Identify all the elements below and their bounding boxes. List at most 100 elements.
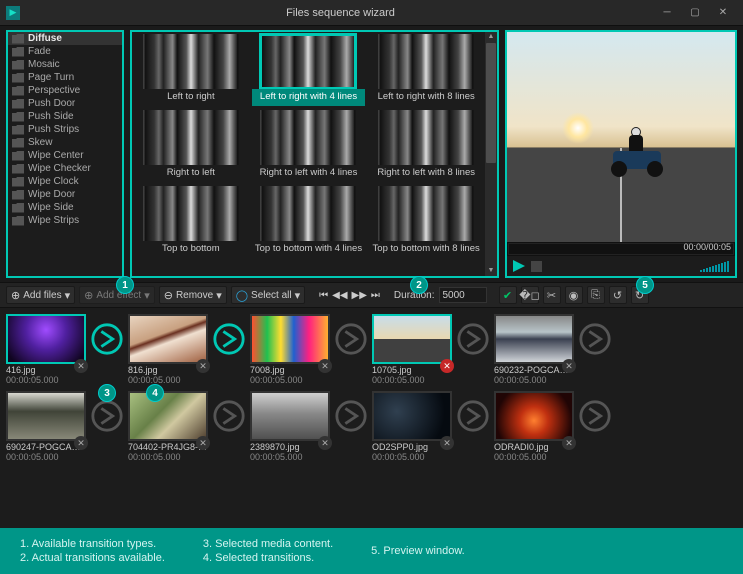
transition-type-item[interactable]: Push Side	[8, 110, 122, 123]
transition-cell[interactable]: Top to bottom	[134, 186, 248, 258]
clip[interactable]: 704402-PR4JG8-10.jpg00:00:05.000✕	[128, 391, 208, 462]
transition-type-item[interactable]: Wipe Strips	[8, 214, 122, 227]
clip[interactable]: OD2SPP0.jpg00:00:05.000✕	[372, 391, 452, 462]
remove-clip-button[interactable]: ✕	[440, 436, 454, 450]
transition-type-item[interactable]: Wipe Door	[8, 188, 122, 201]
transition-type-item[interactable]: Push Door	[8, 97, 122, 110]
timeline: 416.jpg00:00:05.000✕816.jpg00:00:05.000✕…	[0, 308, 743, 544]
check-icon[interactable]: ✔	[499, 286, 517, 304]
transition-type-item[interactable]: Page Turn	[8, 71, 122, 84]
transition-label: Top to bottom with 8 lines	[369, 241, 483, 258]
clip-thumb	[250, 391, 330, 441]
stop-button[interactable]	[531, 261, 542, 272]
duration-input[interactable]	[439, 287, 487, 303]
transition-cell[interactable]: Top to bottom with 4 lines	[252, 186, 366, 258]
close-button[interactable]: ✕	[709, 4, 737, 22]
transition-arrow[interactable]	[334, 314, 368, 364]
clip-thumb	[6, 391, 86, 441]
remove-clip-button[interactable]: ✕	[562, 436, 576, 450]
clip[interactable]: ODRADI0.jpg00:00:05.000✕	[494, 391, 574, 462]
clip-time: 00:00:05.000	[128, 375, 208, 385]
transition-arrow[interactable]	[212, 391, 246, 441]
prev-button[interactable]: ◀◀	[332, 290, 347, 301]
remove-clip-button[interactable]: ✕	[196, 436, 210, 450]
transition-arrow[interactable]	[578, 391, 612, 441]
transition-type-item[interactable]: Wipe Clock	[8, 175, 122, 188]
transition-arrow[interactable]	[578, 314, 612, 364]
transition-arrow[interactable]	[456, 391, 490, 441]
transition-cell[interactable]: Right to left with 8 lines	[369, 110, 483, 182]
grid-scrollbar[interactable]: ▲ ▼	[485, 32, 497, 276]
legend-1: 1. Available transition types.	[20, 538, 165, 550]
minimize-button[interactable]: ─	[653, 4, 681, 22]
remove-button[interactable]: ⊖Remove▾	[159, 286, 227, 304]
volume-indicator[interactable]	[700, 260, 729, 272]
legend: 1. Available transition types. 2. Actual…	[0, 528, 743, 574]
remove-clip-button[interactable]: ✕	[440, 359, 454, 373]
transition-type-item[interactable]: Skew	[8, 136, 122, 149]
clip-time: 00:00:05.000	[372, 452, 452, 462]
remove-clip-button[interactable]: ✕	[318, 359, 332, 373]
crop-icon[interactable]: �◻	[521, 286, 539, 304]
remove-clip-button[interactable]: ✕	[196, 359, 210, 373]
legend-5: 5. Preview window.	[371, 545, 465, 557]
transition-type-item[interactable]: Mosaic	[8, 58, 122, 71]
clip[interactable]: 10705.jpg00:00:05.000✕	[372, 314, 452, 385]
transition-type-item[interactable]: Wipe Checker	[8, 162, 122, 175]
transition-arrow[interactable]	[212, 314, 246, 364]
transition-cell[interactable]: Right to left with 4 lines	[252, 110, 366, 182]
transition-type-item[interactable]: Wipe Side	[8, 201, 122, 214]
preview-timebar[interactable]: 00:00/00:05	[507, 242, 735, 256]
clip-time: 00:00:05.000	[128, 452, 208, 462]
copy-icon[interactable]: ⎘	[587, 286, 605, 304]
transition-type-item[interactable]: Push Strips	[8, 123, 122, 136]
transition-cell[interactable]: Right to left	[134, 110, 248, 182]
next-button[interactable]: ▶▶	[352, 290, 367, 301]
transition-type-item[interactable]: Wipe Center	[8, 149, 122, 162]
transition-cell[interactable]: Left to right	[134, 34, 248, 106]
transition-cell[interactable]: Left to right with 4 lines	[252, 34, 366, 106]
transition-cell[interactable]: Left to right with 8 lines	[369, 34, 483, 106]
plus-icon: ⊕	[11, 289, 20, 302]
transition-type-item[interactable]: Fade	[8, 45, 122, 58]
transition-thumb	[378, 186, 474, 241]
callout-1: 1	[116, 276, 134, 294]
transition-arrow[interactable]	[456, 314, 490, 364]
clip[interactable]: 416.jpg00:00:05.000✕	[6, 314, 86, 385]
remove-clip-button[interactable]: ✕	[318, 436, 332, 450]
clip[interactable]: 690247-POGCAS-665.jpg00:00:05.000✕	[6, 391, 86, 462]
clip[interactable]: 7008.jpg00:00:05.000✕	[250, 314, 330, 385]
transition-type-item[interactable]: Diffuse	[8, 32, 122, 45]
window-title: Files sequence wizard	[28, 7, 653, 19]
preview-controls	[507, 256, 735, 276]
remove-clip-button[interactable]: ✕	[562, 359, 576, 373]
transition-grid: Left to rightLeft to right with 4 linesL…	[134, 34, 483, 258]
transition-arrow[interactable]	[90, 314, 124, 364]
maximize-button[interactable]: ▢	[681, 4, 709, 22]
cut-icon[interactable]: ✂	[543, 286, 561, 304]
transition-arrow[interactable]	[334, 391, 368, 441]
legend-4: 4. Selected transitions.	[203, 552, 333, 564]
clip-thumb	[494, 314, 574, 364]
chevron-down-icon: ▾	[65, 289, 71, 302]
titlebar: ▶ Files sequence wizard ─ ▢ ✕	[0, 0, 743, 26]
folder-icon	[12, 112, 24, 122]
transition-type-item[interactable]: Perspective	[8, 84, 122, 97]
last-button[interactable]: ⏭	[371, 290, 380, 301]
transition-thumb	[260, 110, 356, 165]
first-button[interactable]: ⏮	[319, 290, 328, 301]
color-icon[interactable]: ◉	[565, 286, 583, 304]
remove-clip-button[interactable]: ✕	[74, 359, 88, 373]
clip[interactable]: 816.jpg00:00:05.000✕	[128, 314, 208, 385]
add-files-button[interactable]: ⊕Add files▾	[6, 286, 75, 304]
refresh-icon: ◯	[236, 289, 248, 302]
transition-cell[interactable]: Top to bottom with 8 lines	[369, 186, 483, 258]
clip[interactable]: 2389870.jpg00:00:05.000✕	[250, 391, 330, 462]
select-all-button[interactable]: ◯Select all▾	[231, 286, 305, 304]
remove-clip-button[interactable]: ✕	[74, 436, 88, 450]
rotate-left-icon[interactable]: ↺	[609, 286, 627, 304]
folder-icon	[12, 151, 24, 161]
transition-label: Right to left with 8 lines	[369, 165, 483, 182]
clip[interactable]: 690232-POGCAS-665.jpg00:00:05.000✕	[494, 314, 574, 385]
play-button[interactable]	[513, 260, 525, 272]
